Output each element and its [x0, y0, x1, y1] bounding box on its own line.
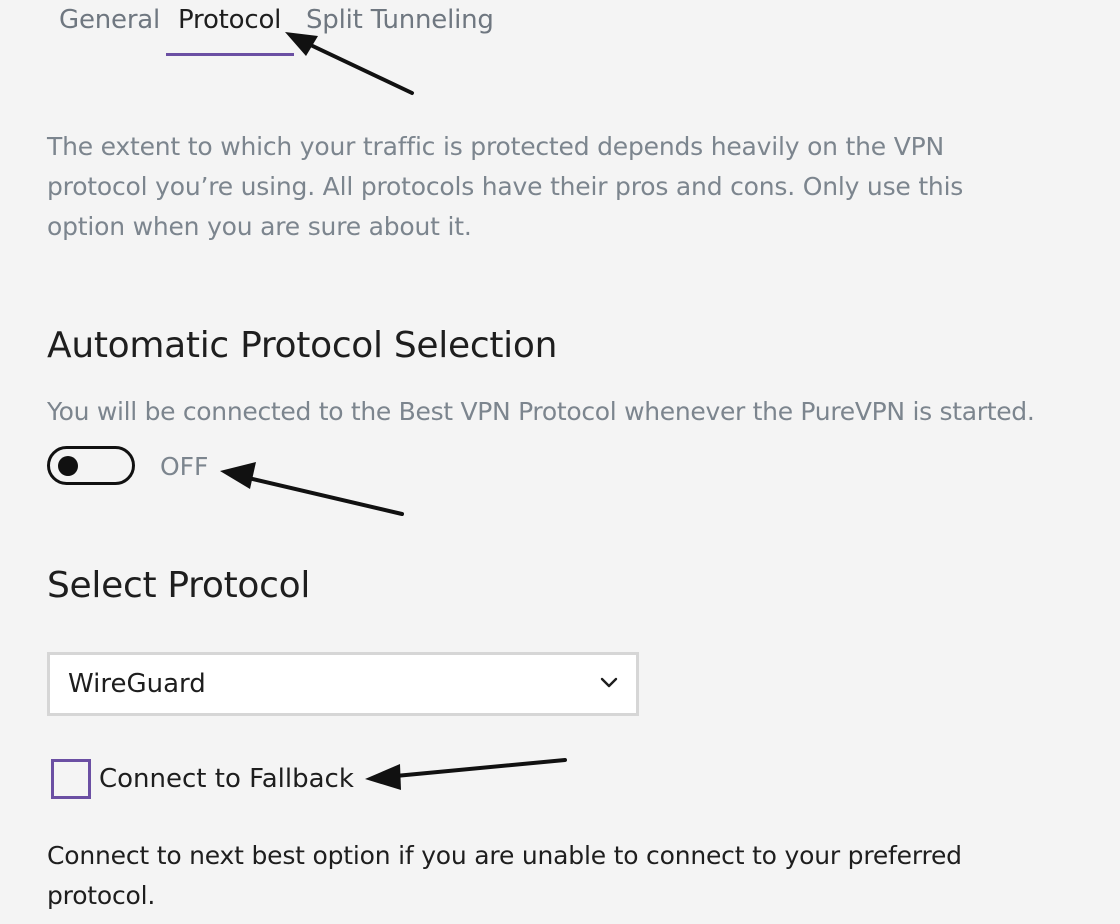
auto-protocol-heading: Automatic Protocol Selection [47, 325, 558, 366]
tab-split-tunneling[interactable]: Split Tunneling [306, 2, 494, 38]
tab-bar: General Protocol Split Tunneling [0, 0, 700, 60]
tab-protocol[interactable]: Protocol [178, 2, 281, 38]
auto-protocol-toggle[interactable] [47, 446, 135, 485]
toggle-knob [58, 456, 78, 476]
active-tab-indicator [166, 53, 294, 56]
arrow-to-fallback [365, 758, 567, 790]
fallback-description: Connect to next best option if you are u… [47, 841, 962, 910]
tab-general[interactable]: General [59, 2, 160, 38]
fallback-checkbox[interactable] [51, 759, 91, 799]
arrow-to-toggle [220, 462, 404, 516]
protocol-select-value: WireGuard [68, 669, 206, 699]
auto-protocol-description: You will be connected to the Best VPN Pr… [47, 397, 1035, 426]
toggle-state-label: OFF [160, 452, 209, 481]
fallback-checkbox-label[interactable]: Connect to Fallback [99, 761, 354, 797]
chevron-down-icon [600, 677, 618, 688]
protocol-select[interactable]: WireGuard [47, 652, 639, 716]
protocol-intro-text: The extent to which your traffic is prot… [47, 132, 964, 241]
select-protocol-heading: Select Protocol [47, 565, 311, 606]
